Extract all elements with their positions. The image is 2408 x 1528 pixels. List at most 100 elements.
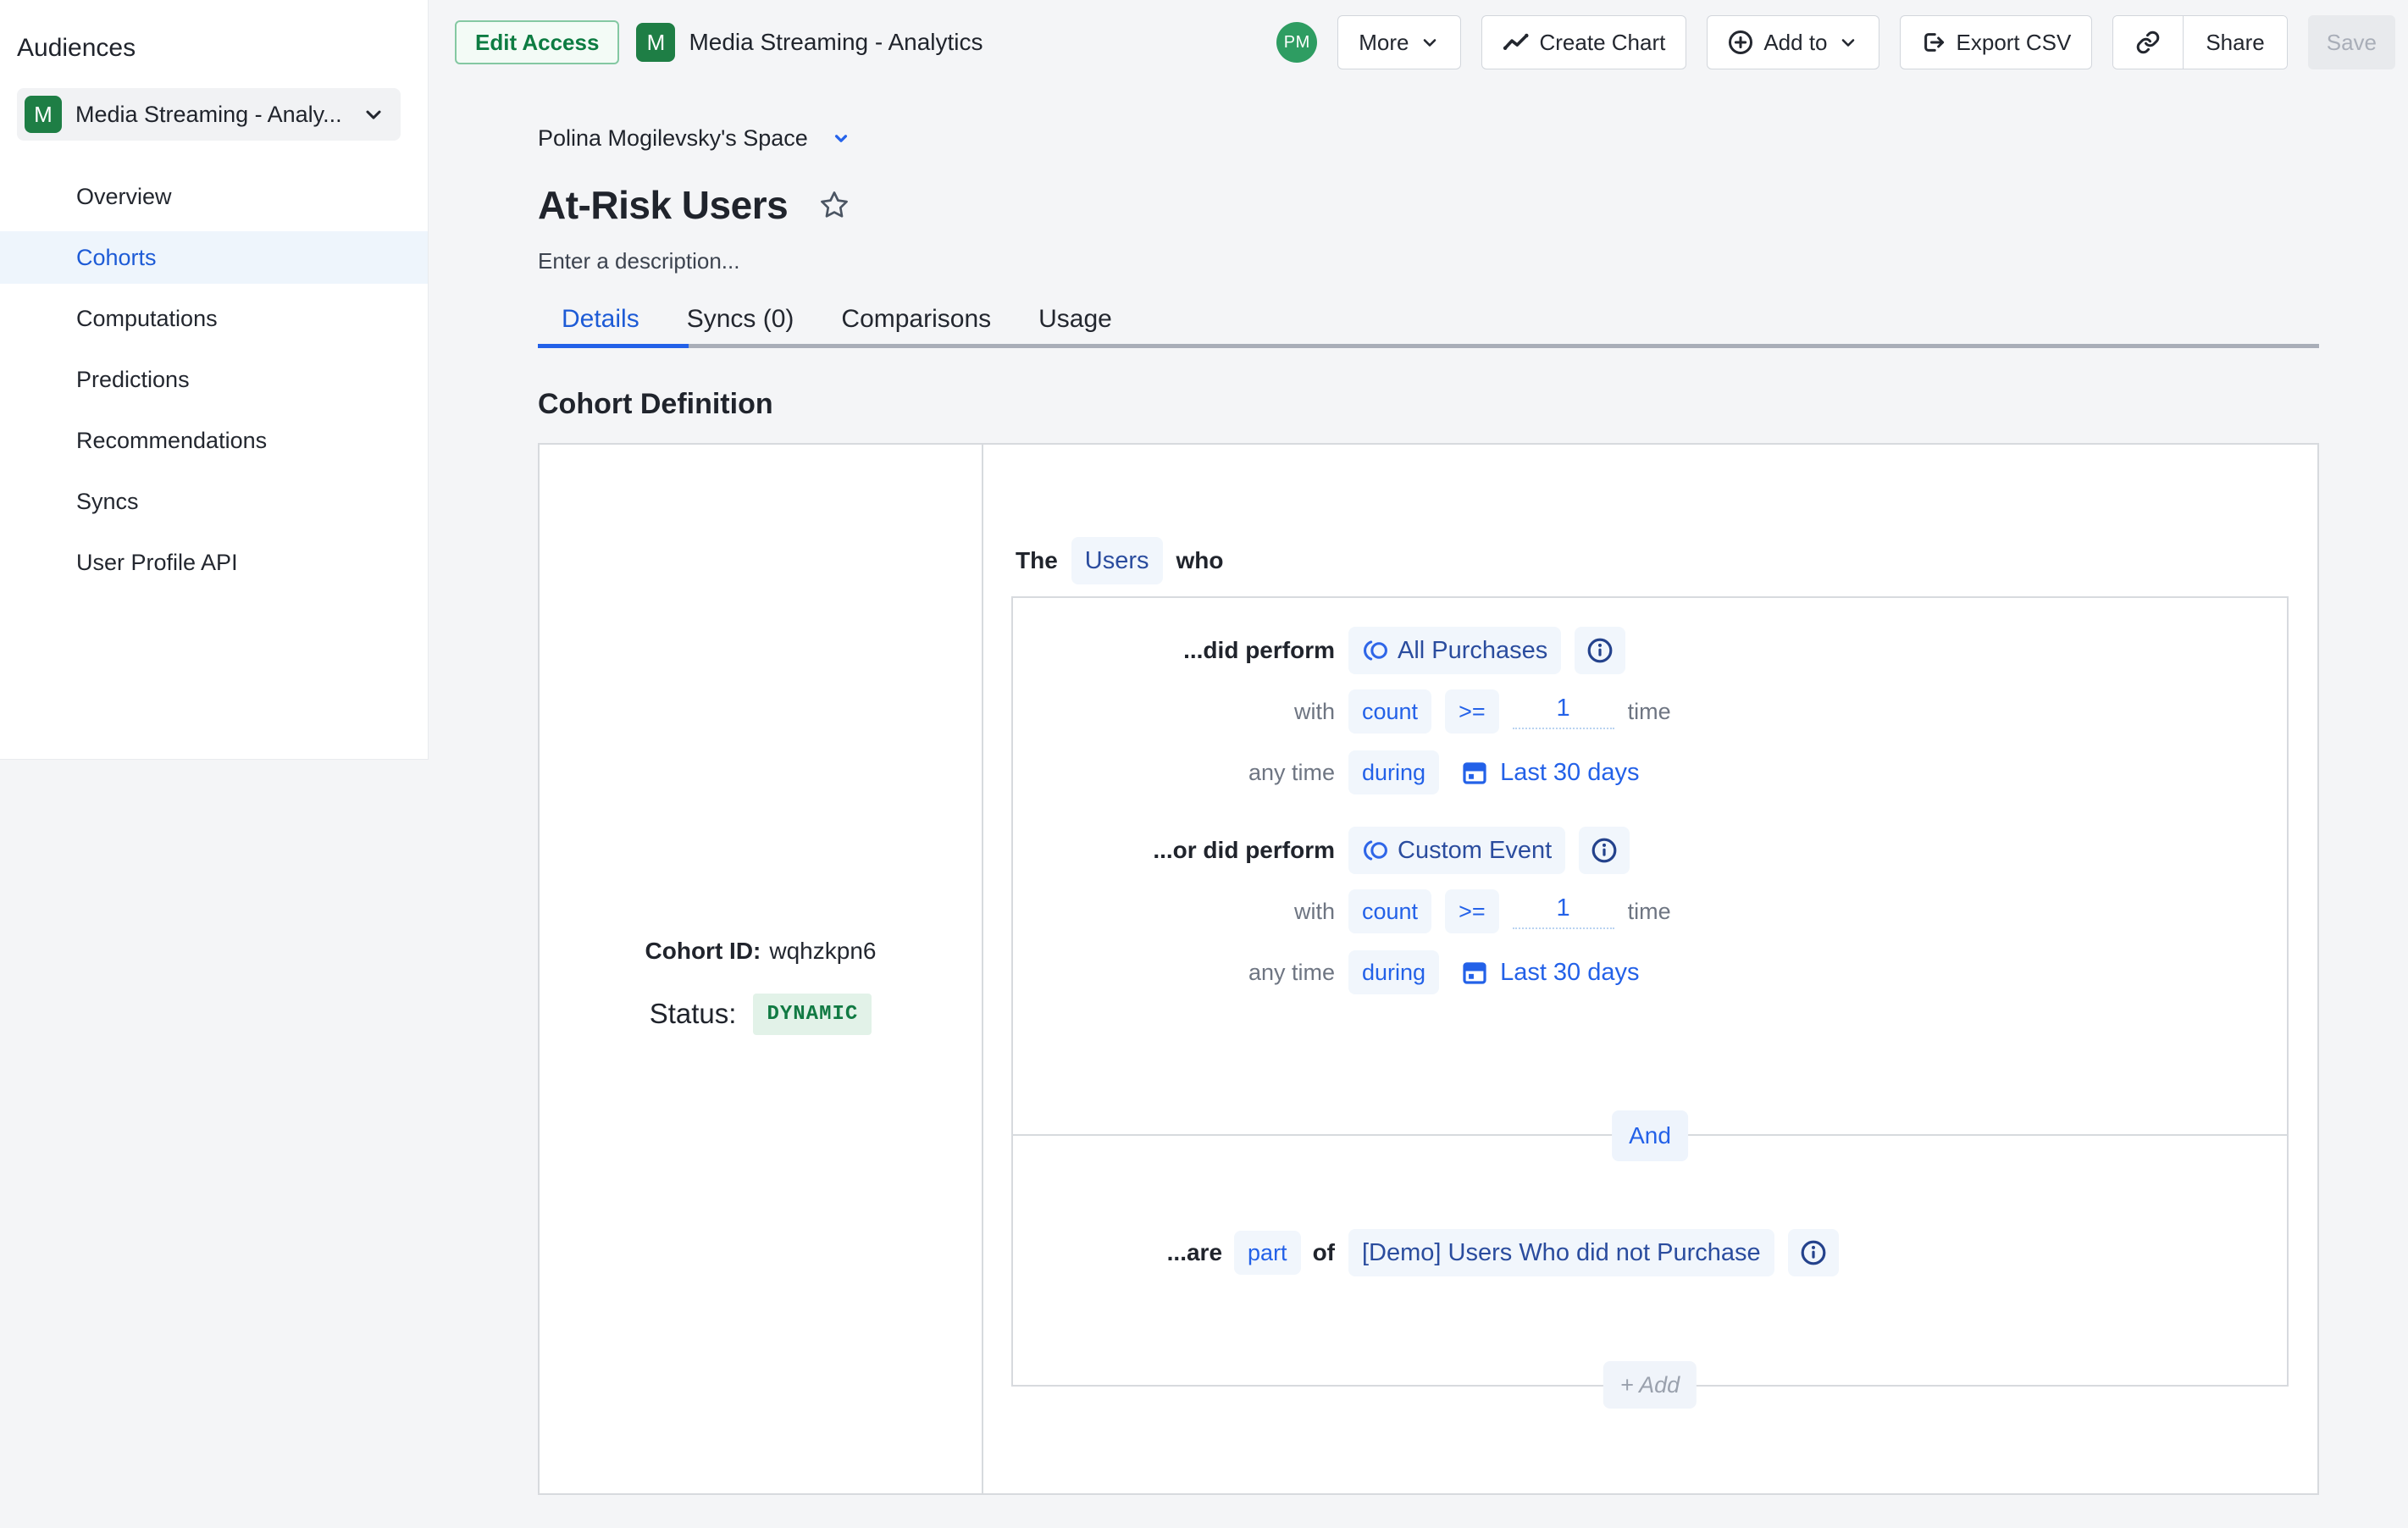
of-label: of (1313, 1239, 1335, 1266)
clause-verb: ...or did perform (1153, 837, 1335, 864)
operator-dropdown[interactable]: >= (1445, 689, 1499, 734)
clause-row-event: ...did perform All Purchases (1047, 620, 2287, 681)
clause-row-count: with count >= 1 time (1047, 881, 2287, 942)
subject-prefix: The (1016, 547, 1058, 574)
count-value-input[interactable]: 1 (1513, 695, 1614, 729)
sidebar-item-computations[interactable]: Computations (0, 292, 428, 345)
subject-dropdown[interactable]: Users (1071, 537, 1163, 584)
tab-comparisons[interactable]: Comparisons (817, 295, 1015, 344)
tab-usage[interactable]: Usage (1015, 295, 1136, 344)
cohort-definition-panel: Cohort ID: wqhzkpn6 Status: DYNAMIC The … (538, 443, 2319, 1495)
cohort-builder-panel: The Users who ...did perform (983, 445, 2317, 1493)
date-range-selector[interactable]: Last 30 days (1461, 759, 1639, 787)
share-button-group: Share (2112, 15, 2287, 69)
clause-row-timerange: any time during Last 30 days (1047, 742, 2287, 803)
space-name: Polina Mogilevsky's Space (538, 125, 808, 152)
conjunction-toggle[interactable]: And (1612, 1110, 1688, 1161)
event-info-button[interactable] (1575, 627, 1625, 674)
trend-line-icon (1503, 30, 1530, 54)
sidebar-item-cohorts[interactable]: Cohorts (0, 231, 428, 284)
event-selector[interactable]: Custom Event (1348, 827, 1565, 874)
event-info-button[interactable] (1579, 827, 1630, 874)
export-icon (1921, 30, 1946, 55)
share-button[interactable]: Share (2183, 16, 2286, 69)
info-icon (1591, 837, 1618, 864)
membership-clause-section: And ...are part of [Demo] Users Who did … (1013, 1134, 2287, 1385)
date-range-selector[interactable]: Last 30 days (1461, 959, 1639, 987)
sidebar-item-syncs[interactable]: Syncs (0, 475, 428, 528)
edit-access-button[interactable]: Edit Access (455, 20, 619, 64)
star-icon[interactable] (818, 189, 850, 221)
cohort-info-button[interactable] (1788, 1229, 1839, 1276)
save-button[interactable]: Save (2308, 15, 2395, 69)
link-icon (2135, 30, 2161, 55)
page-title: At-Risk Users (538, 182, 788, 228)
sidebar-item-overview[interactable]: Overview (0, 170, 428, 223)
operator-dropdown[interactable]: >= (1445, 889, 1499, 933)
create-chart-label: Create Chart (1540, 30, 1666, 56)
during-dropdown[interactable]: during (1348, 950, 1439, 994)
cohort-selector[interactable]: [Demo] Users Who did not Purchase (1348, 1229, 1774, 1276)
metric-dropdown[interactable]: count (1348, 889, 1431, 933)
clause-row-membership: ...are part of [Demo] Users Who did not … (1047, 1226, 2287, 1280)
add-to-button[interactable]: Add to (1707, 15, 1879, 69)
during-dropdown[interactable]: during (1348, 750, 1439, 794)
with-label: with (1294, 699, 1335, 725)
event-selector[interactable]: All Purchases (1348, 627, 1561, 674)
tab-bar: Details Syncs (0) Comparisons Usage (538, 295, 2319, 344)
chevron-down-icon (1420, 32, 1440, 53)
sidebar-item-recommendations[interactable]: Recommendations (0, 414, 428, 467)
status-line: Status: DYNAMIC (650, 990, 872, 1038)
calendar-icon (1461, 959, 1488, 986)
avatar[interactable]: PM (1276, 22, 1317, 63)
part-dropdown[interactable]: part (1234, 1231, 1301, 1275)
sidebar-title: Audiences (17, 34, 428, 63)
export-csv-label: Export CSV (1957, 30, 2072, 56)
description-placeholder[interactable]: Enter a description... (538, 244, 739, 278)
copy-link-button[interactable] (2113, 16, 2183, 69)
event-name: All Purchases (1398, 637, 1547, 665)
calendar-icon (1461, 759, 1488, 786)
project-selector[interactable]: M Media Streaming - Analy... (17, 88, 401, 141)
count-value-input[interactable]: 1 (1513, 894, 1614, 929)
status-badge: DYNAMIC (753, 994, 872, 1035)
export-csv-button[interactable]: Export CSV (1900, 15, 2093, 69)
anytime-label: any time (1248, 760, 1335, 786)
tab-syncs[interactable]: Syncs (0) (663, 295, 818, 344)
cohort-id-line: Cohort ID: wqhzkpn6 (645, 934, 877, 968)
cohort-id-value: wqhzkpn6 (769, 938, 876, 965)
with-label: with (1294, 899, 1335, 925)
clause-row-timerange: any time during Last 30 days (1047, 942, 2287, 1003)
topbar: Edit Access M Media Streaming - Analytic… (429, 0, 2408, 85)
event-name: Custom Event (1398, 837, 1552, 865)
project-title: Media Streaming - Analytics (689, 29, 983, 56)
cohort-id-label: Cohort ID: (645, 938, 761, 965)
sidebar-item-user-profile-api[interactable]: User Profile API (0, 536, 428, 589)
more-button[interactable]: More (1337, 15, 1460, 69)
topbar-actions: PM More Create Chart Add to (1276, 15, 2395, 69)
cohort-definition-title: Cohort Definition (538, 384, 2319, 424)
add-to-label: Add to (1763, 30, 1827, 56)
unit-label: time (1628, 699, 1671, 725)
cohort-meta-panel: Cohort ID: wqhzkpn6 Status: DYNAMIC (540, 445, 983, 1493)
clause-row-event: ...or did perform Custom Event (1047, 820, 2287, 881)
clause-group-box: ...did perform All Purchases (1011, 596, 2289, 1387)
unit-label: time (1628, 899, 1671, 925)
sidebar-nav: Overview Cohorts Computations Prediction… (0, 170, 428, 589)
sidebar-item-predictions[interactable]: Predictions (0, 353, 428, 406)
create-chart-button[interactable]: Create Chart (1481, 15, 1687, 69)
more-label: More (1359, 30, 1409, 56)
title-row: At-Risk Users (538, 178, 2319, 232)
add-clause-button[interactable]: + Add (1603, 1361, 1697, 1409)
tab-details[interactable]: Details (538, 295, 663, 344)
sidebar: Audiences M Media Streaming - Analy... O… (0, 0, 429, 760)
subject-line: The Users who (1016, 540, 2317, 582)
space-selector[interactable]: Polina Mogilevsky's Space (538, 117, 852, 159)
clause-verb: ...did perform (1183, 637, 1335, 664)
anytime-label: any time (1248, 960, 1335, 986)
chevron-down-icon (362, 102, 385, 126)
main-area: Edit Access M Media Streaming - Analytic… (429, 0, 2408, 1528)
chevron-down-icon (830, 127, 852, 149)
subject-suffix: who (1176, 547, 1224, 574)
metric-dropdown[interactable]: count (1348, 689, 1431, 734)
